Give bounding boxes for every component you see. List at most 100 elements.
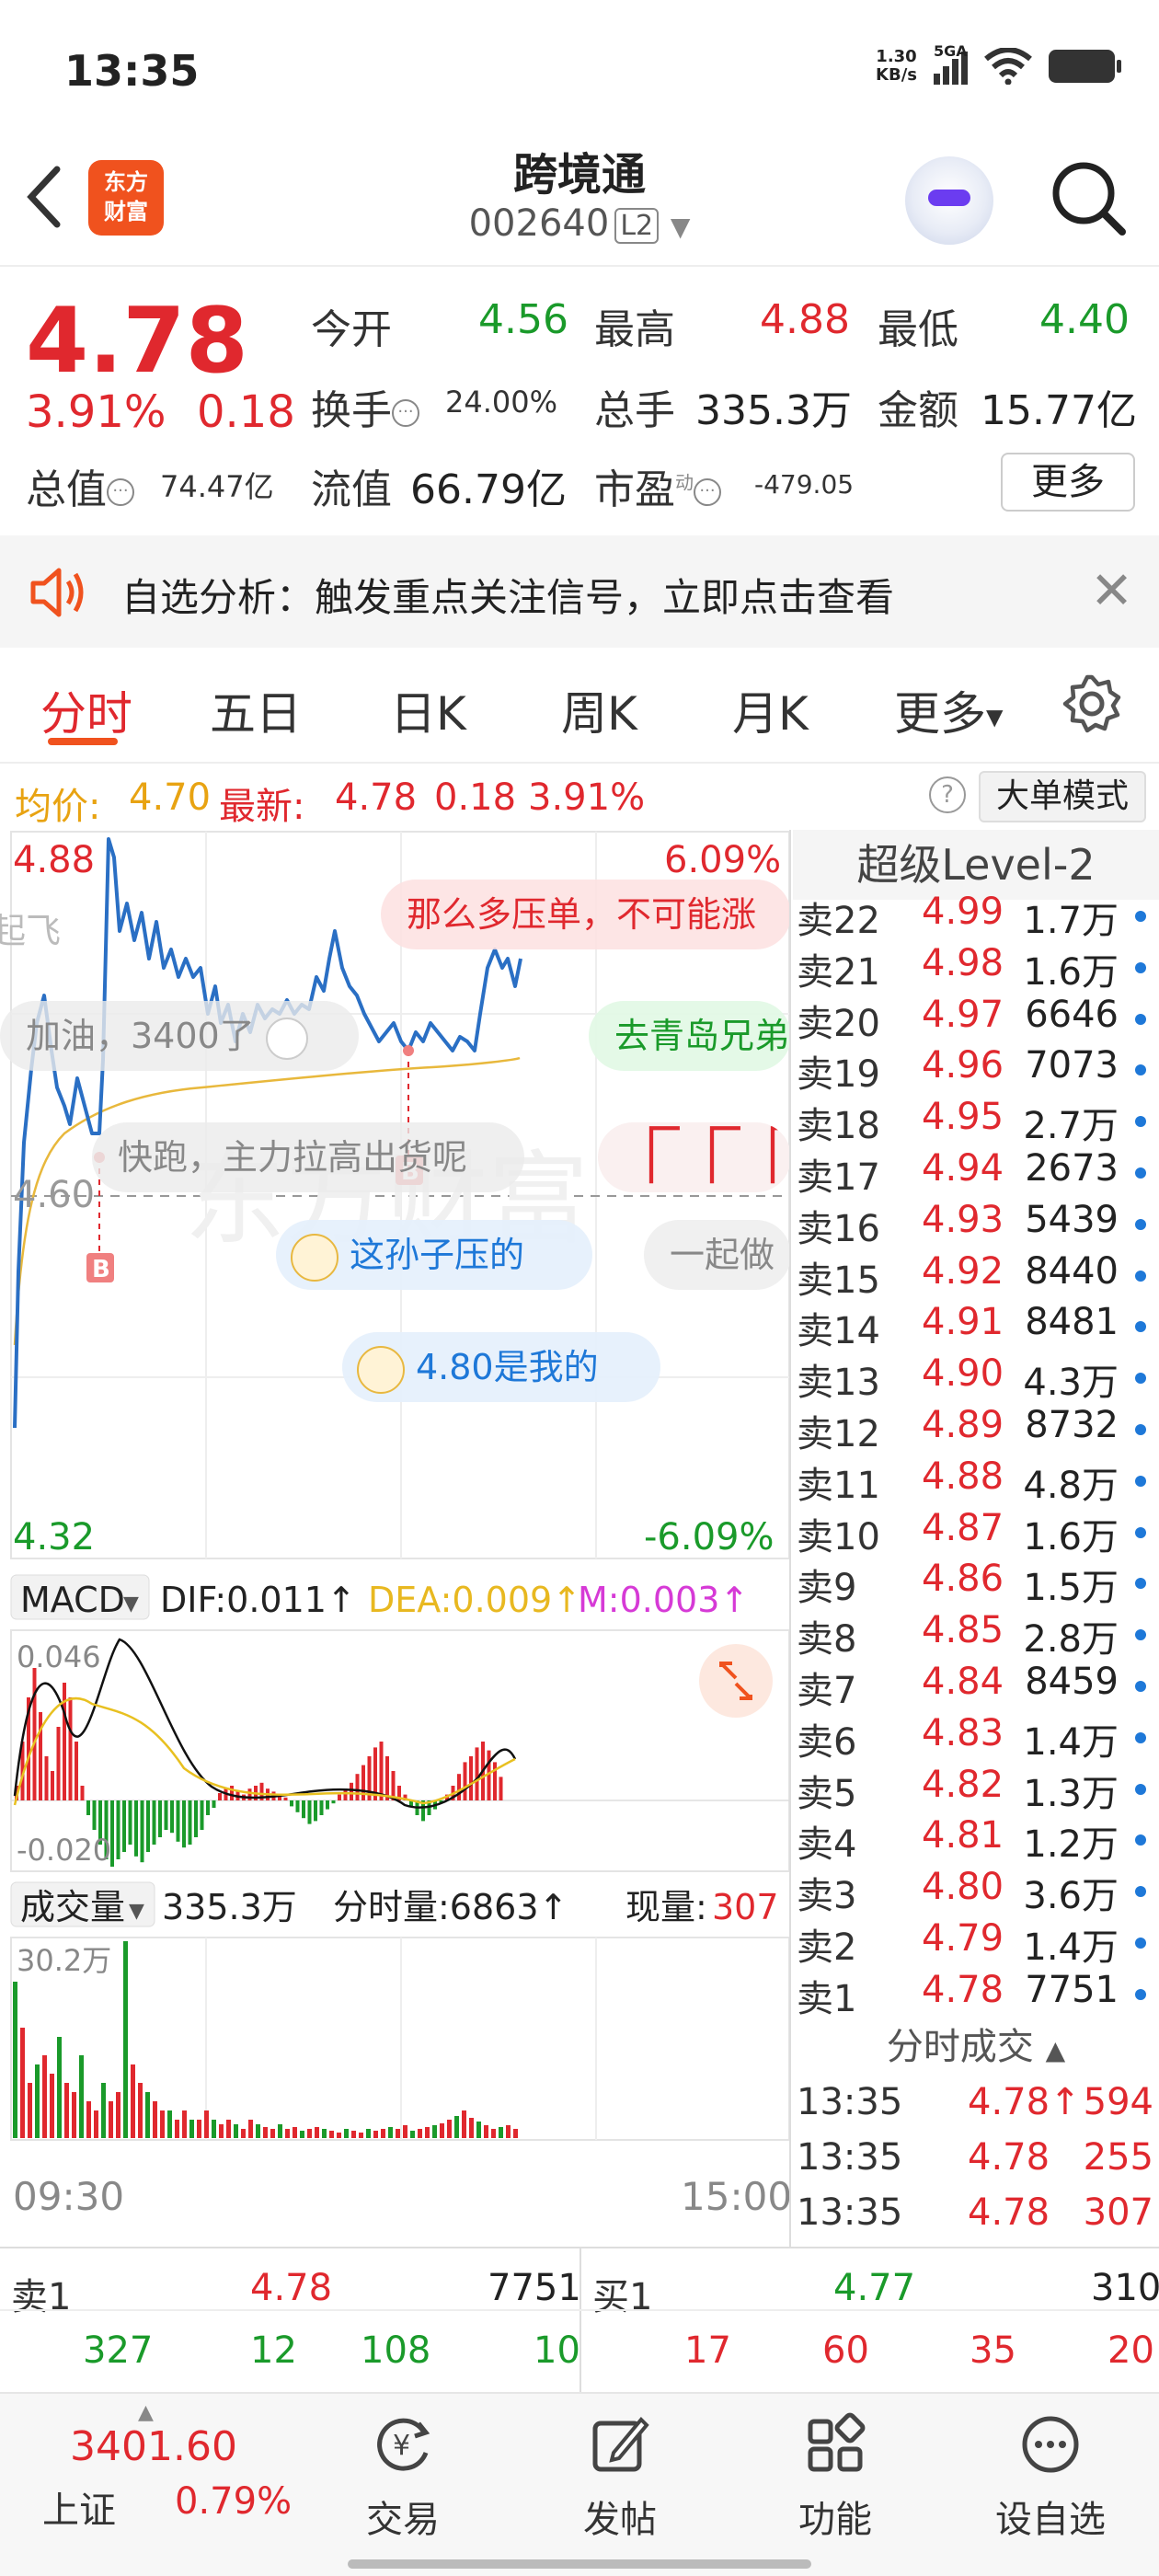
buy-detail: 20 — [1107, 2329, 1154, 2372]
intraday-chart-area[interactable]: 东方财富 B B 4.88 6.09% 4.60 4.32 -6.09% MAC… — [0, 830, 792, 2247]
bid-ask-panel: 卖1 4.78 7751 买1 4.77 310 327 12 108 10 1… — [0, 2247, 1159, 2396]
order-book-row[interactable]: 卖5 4.82 1.3万 — [797, 1764, 1159, 1815]
tick-time: 13:35 — [797, 2136, 903, 2179]
order-book-row[interactable]: 卖22 4.99 1.7万 — [797, 891, 1159, 942]
info-dots-icon[interactable]: ··· — [107, 478, 134, 506]
tab-five-day[interactable]: 五日 — [210, 677, 302, 743]
active-tab-indicator — [48, 738, 118, 745]
gear-icon[interactable] — [1060, 672, 1124, 736]
order-book-row[interactable]: 卖3 4.80 3.6万 — [797, 1866, 1159, 1917]
order-book-row[interactable]: 卖16 4.93 5439 — [797, 1199, 1159, 1250]
danmaku-comment[interactable]: 加油，3400了 — [0, 1001, 359, 1071]
tick-price: 4.78 — [968, 2136, 1050, 2179]
danmaku-comment[interactable]: 4.80是我的 — [342, 1332, 660, 1402]
ask-level-label: 卖11 — [797, 1464, 880, 1507]
order-book-row[interactable]: 卖2 4.79 1.4万 — [797, 1917, 1159, 1969]
float-mv-value: 66.79亿 — [410, 466, 567, 513]
tab-daily-k[interactable]: 日K — [390, 677, 466, 743]
grid-apps-icon — [808, 2412, 866, 2472]
ai-robot-avatar-icon[interactable] — [905, 156, 993, 245]
macd-y-bottom: -0.020 — [17, 1833, 111, 1868]
volume-bar — [123, 1941, 128, 2138]
macd-histogram-bar — [152, 1800, 156, 1845]
order-dot-icon — [1135, 1475, 1146, 1487]
ask-qty: 2673 — [1025, 1147, 1119, 1190]
index-name[interactable]: 上证 — [42, 2480, 116, 2534]
danmaku-comment[interactable]: 去青岛兄弟 — [589, 1001, 791, 1071]
macd-histogram-bar — [140, 1800, 144, 1863]
volume-bar — [454, 2116, 459, 2138]
level2-title[interactable]: 超级Level-2 — [793, 830, 1159, 900]
tab-intraday[interactable]: 分时 — [40, 677, 132, 743]
order-book-row[interactable]: 卖10 4.87 1.6万 — [797, 1507, 1159, 1558]
danmaku-comment[interactable]: 这孙子压的 — [276, 1220, 592, 1290]
order-book-row[interactable]: 卖12 4.89 8732 — [797, 1404, 1159, 1455]
nav-post[interactable]: 发帖 — [546, 2412, 694, 2543]
order-book-row[interactable]: 卖14 4.91 8481 — [797, 1301, 1159, 1352]
tab-more[interactable]: 更多▼ — [894, 677, 1003, 743]
order-book-row[interactable]: 卖19 4.96 7073 — [797, 1044, 1159, 1096]
order-book-row[interactable]: 卖17 4.94 2673 — [797, 1147, 1159, 1199]
danmaku-comment[interactable]: 那么多压单，不可能涨 — [381, 880, 791, 949]
order-book-row[interactable]: 卖18 4.95 2.7万 — [797, 1096, 1159, 1147]
tab-monthly-k[interactable]: 月K — [732, 677, 809, 743]
notice-bar[interactable]: 自选分析：触发重点关注信号，立即点击查看 ✕ — [0, 535, 1159, 648]
help-icon[interactable]: ? — [929, 776, 966, 813]
collapse-triangle-icon: ▲ — [1045, 2035, 1066, 2065]
nav-trade[interactable]: ¥ 交易 — [329, 2412, 476, 2543]
volume-bar — [50, 2074, 54, 2138]
order-book-row[interactable]: 卖20 4.97 6646 — [797, 994, 1159, 1045]
order-book-row[interactable]: 卖8 4.85 2.8万 — [797, 1609, 1159, 1661]
bunny-avatar-icon — [265, 1017, 308, 1060]
bottom-navigation: ▲ 3401.60 上证 0.79% ¥ 交易 发帖 功能 设自选 — [0, 2392, 1159, 2576]
danmaku-comment[interactable]: ⎾⎾⎾ — [598, 1122, 791, 1192]
nav-functions[interactable]: 功能 — [762, 2412, 909, 2543]
change-percent: 3.91% — [26, 386, 166, 438]
info-dots-icon[interactable]: ··· — [392, 399, 419, 427]
order-book-row[interactable]: 卖9 4.86 1.5万 — [797, 1558, 1159, 1609]
current-price: 4.78 — [26, 289, 248, 394]
tick-row: 13:35 4.78↑ 594 — [797, 2081, 1153, 2134]
ask-level-label: 卖14 — [797, 1310, 880, 1353]
tab-weekly-k[interactable]: 周K — [561, 677, 637, 743]
tick-volume: 594 — [1083, 2081, 1153, 2123]
volume-bar — [462, 2110, 466, 2138]
close-icon[interactable]: ✕ — [1090, 561, 1133, 621]
order-book-row[interactable]: 卖6 4.83 1.4万 — [797, 1712, 1159, 1764]
order-book-row[interactable]: 卖7 4.84 8459 — [797, 1661, 1159, 1712]
macd-histogram-bar — [128, 1800, 132, 1845]
macd-dif: DIF:0.011↑ — [160, 1580, 356, 1620]
volume-bar — [167, 2110, 172, 2138]
order-book-row[interactable]: 卖4 4.81 1.2万 — [797, 1814, 1159, 1866]
panel-divider — [789, 830, 791, 2247]
macd-histogram-bar — [218, 1793, 222, 1800]
volume-bar — [499, 2127, 503, 2138]
volume-bar — [285, 2129, 290, 2138]
order-book-row[interactable]: 卖1 4.78 7751 — [797, 1969, 1159, 2020]
info-dots-icon[interactable]: ··· — [694, 478, 721, 506]
index-value[interactable]: 3401.60 — [70, 2423, 237, 2470]
turnover-label: 换手 ··· — [311, 377, 419, 436]
danmaku-comment[interactable]: 一起做 — [644, 1220, 791, 1290]
order-book-row[interactable]: 卖13 4.90 4.3万 — [797, 1352, 1159, 1404]
order-dot-icon — [1135, 1167, 1146, 1179]
sell1-price: 4.78 — [250, 2267, 333, 2309]
order-book-row[interactable]: 卖21 4.98 1.6万 — [797, 942, 1159, 994]
nav-add-watchlist[interactable]: 设自选 — [977, 2412, 1124, 2543]
danmaku-comment[interactable]: 快跑，主力拉高出货呢 — [92, 1122, 524, 1192]
more-button[interactable]: 更多 — [1001, 453, 1135, 512]
now-volume-label: 现量: — [625, 1887, 707, 1927]
pct-axis-top: 6.09% — [664, 839, 781, 881]
search-icon[interactable] — [1047, 156, 1130, 239]
order-book-row[interactable]: 卖15 4.92 8440 — [797, 1250, 1159, 1302]
index-percent[interactable]: 0.79% — [175, 2480, 292, 2523]
big-order-mode-button[interactable]: 大单模式 — [979, 771, 1146, 822]
macd-m: M:0.003↑ — [578, 1580, 749, 1620]
ask-qty: 8481 — [1025, 1301, 1119, 1344]
buy-detail: 35 — [970, 2329, 1016, 2372]
volume-value: 335.3万 — [695, 387, 852, 434]
ticks-title[interactable]: 分时成交 ▲ — [793, 2015, 1159, 2079]
order-book-row[interactable]: 卖11 4.88 4.8万 — [797, 1455, 1159, 1507]
tick-row: 13:35 4.78 255 — [797, 2136, 1153, 2190]
macd-histogram-bar — [283, 1797, 288, 1800]
